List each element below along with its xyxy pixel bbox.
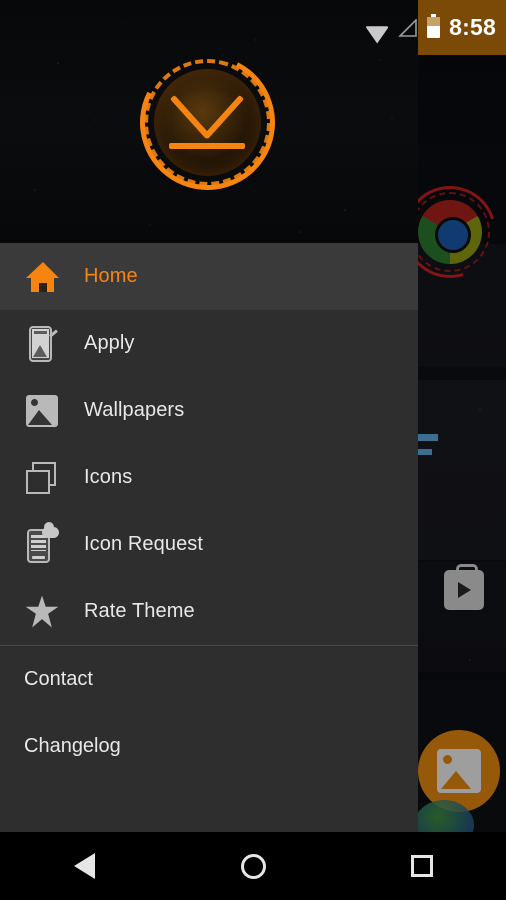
triangle-back-icon xyxy=(73,853,95,879)
sidebar-item-apply[interactable]: Apply xyxy=(0,310,418,377)
status-bar: 8:58 xyxy=(0,0,506,55)
gallery-icon[interactable] xyxy=(418,730,500,812)
app-logo xyxy=(122,37,293,208)
sidebar-item-rate-theme[interactable]: Rate Theme xyxy=(0,578,418,645)
apply-phone-icon xyxy=(0,325,84,362)
logo-chevron-icon xyxy=(166,94,248,151)
circle-home-icon xyxy=(240,853,266,879)
battery-icon xyxy=(427,14,441,38)
sidebar-item-wallpapers[interactable]: Wallpapers xyxy=(0,377,418,444)
wallpaper-image-icon xyxy=(0,394,84,427)
sidebar-item-label: Icons xyxy=(84,466,133,488)
status-bar-clock: 8:58 xyxy=(449,14,496,40)
drawer-menu: Home Apply Wallpapers Icons Icon Request… xyxy=(0,243,418,780)
icon-request-cloud-icon xyxy=(0,521,84,563)
sidebar-item-label: Icon Request xyxy=(84,533,204,555)
sidebar-item-label: Contact xyxy=(24,668,93,690)
sidebar-item-label: Home xyxy=(84,265,138,287)
recents-button[interactable] xyxy=(337,855,506,877)
sidebar-item-label: Rate Theme xyxy=(84,600,195,622)
sidebar-item-icon-request[interactable]: Icon Request xyxy=(0,511,418,578)
sidebar-item-label: Changelog xyxy=(24,735,121,757)
background-panel xyxy=(418,380,506,560)
status-bar-icons: 8:58 xyxy=(365,0,496,55)
sidebar-item-home[interactable]: Home xyxy=(0,243,418,310)
system-navigation-bar xyxy=(0,832,506,900)
square-recents-icon xyxy=(410,855,433,877)
home-icon xyxy=(0,261,84,292)
navigation-drawer: Home Apply Wallpapers Icons Icon Request… xyxy=(0,0,418,832)
sidebar-item-label: Wallpapers xyxy=(84,399,185,421)
back-button[interactable] xyxy=(0,853,169,879)
chrome-icon-core xyxy=(418,200,482,264)
sidebar-item-icons[interactable]: Icons xyxy=(0,444,418,511)
star-icon xyxy=(0,596,84,628)
home-button[interactable] xyxy=(169,853,338,879)
sidebar-item-contact[interactable]: Contact xyxy=(0,646,418,713)
play-store-icon[interactable] xyxy=(444,564,484,610)
phone-screen: Home Apply Wallpapers Icons Icon Request… xyxy=(0,0,506,900)
wifi-icon xyxy=(365,19,389,37)
sidebar-item-label: Apply xyxy=(84,332,135,354)
sidebar-item-changelog[interactable]: Changelog xyxy=(0,713,418,780)
gallery-image-glyph xyxy=(437,749,481,793)
cellular-signal-icon xyxy=(398,18,418,37)
icons-squares-icon xyxy=(0,461,84,494)
